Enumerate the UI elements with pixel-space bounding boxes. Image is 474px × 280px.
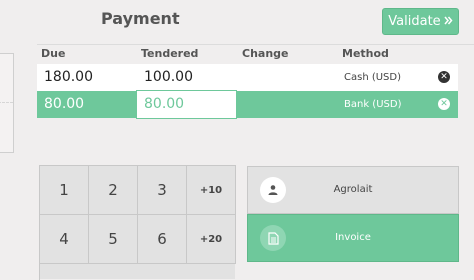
side-panel-divider (0, 102, 13, 103)
validate-label: Validate (388, 14, 441, 29)
side-panel-edge (0, 53, 14, 153)
numpad-key-6[interactable]: 6 (138, 215, 187, 264)
double-chevron-right-icon (444, 14, 453, 29)
numpad-key-1[interactable]: 1 (40, 166, 89, 215)
numpad-next-row (39, 264, 235, 279)
validate-button[interactable]: Validate (382, 8, 459, 35)
header-separator (37, 44, 474, 45)
numpad-key-5[interactable]: 5 (89, 215, 138, 264)
payment-method: Bank (USD) (344, 99, 402, 110)
column-header-change: Change (242, 47, 289, 60)
delete-line-icon[interactable]: ✕ (438, 98, 450, 110)
tendered-amount[interactable]: 100.00 (144, 64, 193, 91)
invoice-label: Invoice (335, 232, 371, 243)
payment-method: Cash (USD) (344, 72, 402, 83)
page-title: Payment (101, 9, 180, 28)
column-header-method: Method (342, 47, 389, 60)
customer-button[interactable]: Agrolait (247, 166, 459, 214)
column-header-due: Due (41, 47, 66, 60)
customer-name: Agrolait (333, 184, 373, 195)
numpad-key-plus20[interactable]: +20 (187, 215, 236, 264)
numpad-key-plus10[interactable]: +10 (187, 166, 236, 215)
tendered-input[interactable]: 80.00 (136, 90, 237, 119)
numpad-key-2[interactable]: 2 (89, 166, 138, 215)
payment-line[interactable]: 180.00 100.00 Cash (USD) ✕ (37, 64, 458, 91)
due-amount: 80.00 (44, 96, 85, 112)
numpad: 1 2 3 +10 4 5 6 +20 (39, 165, 236, 280)
column-header-tendered: Tendered (141, 47, 199, 60)
delete-line-icon[interactable]: ✕ (438, 71, 450, 83)
numpad-key-3[interactable]: 3 (138, 166, 187, 215)
numpad-key-4[interactable]: 4 (40, 215, 89, 264)
payment-line-selected[interactable]: 80.00 80.00 Bank (USD) ✕ (37, 90, 458, 119)
invoice-button[interactable]: Invoice (247, 214, 459, 262)
due-amount: 180.00 (44, 69, 93, 85)
